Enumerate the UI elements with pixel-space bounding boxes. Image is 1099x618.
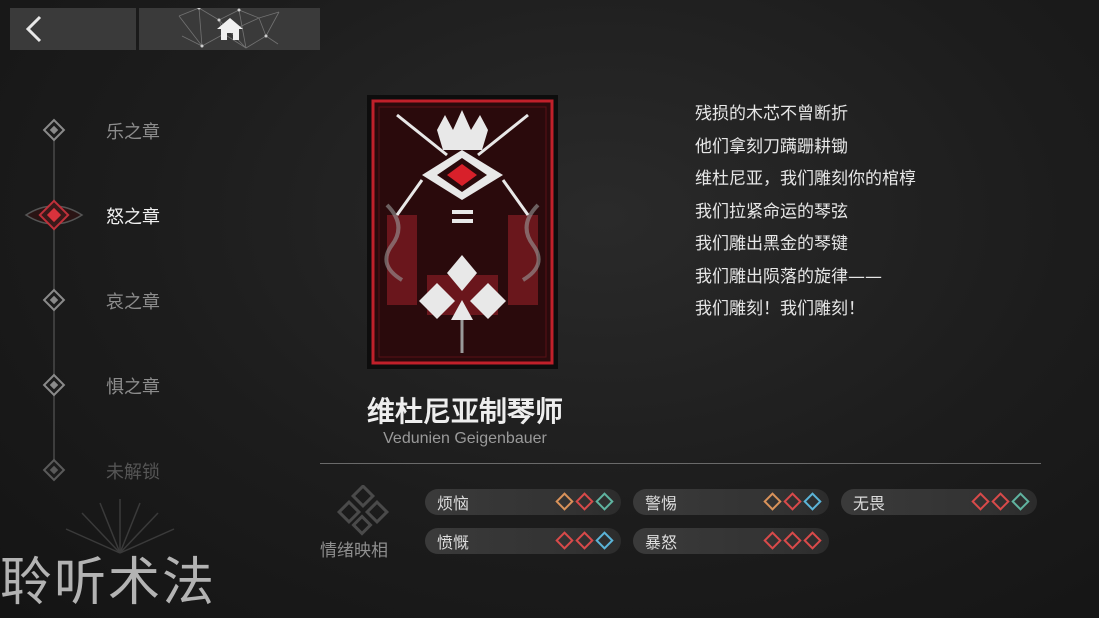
chapter-item-joy[interactable]: 乐之章 — [0, 110, 240, 150]
emotion-tag[interactable]: 烦恼 — [425, 489, 621, 515]
diamond-gem-icon — [1011, 492, 1030, 511]
emotion-gems — [763, 531, 822, 550]
poem-line: 维杜尼亚，我们雕刻你的棺椁 — [695, 169, 916, 189]
section-divider — [320, 463, 1041, 464]
eye-node-icon — [24, 199, 84, 231]
poem-line: 他们拿刻刀蹒跚耕锄 — [695, 136, 848, 157]
poem-line: 我们雕刻！我们雕刻！ — [695, 299, 865, 319]
emotion-tag-label: 暴怒 — [645, 533, 678, 552]
emotion-tag-label: 无畏 — [853, 494, 886, 513]
song-title-cn: 维杜尼亚制琴师 — [366, 395, 563, 428]
emotion-tag[interactable]: 无畏 — [841, 489, 1037, 515]
chapter-item-anger[interactable]: 怒之章 — [0, 195, 240, 235]
chapter-item-sorrow[interactable]: 哀之章 — [0, 280, 240, 320]
diamond-node-icon — [42, 118, 66, 142]
diamond-cluster-icon — [336, 485, 390, 536]
emotion-gems — [971, 492, 1030, 511]
diamond-gem-icon — [555, 531, 574, 550]
emotion-tag[interactable]: 愤慨 — [425, 528, 621, 554]
chapter-label: 未解锁 — [106, 462, 160, 483]
diamond-node-icon — [42, 373, 66, 397]
emotion-tag[interactable]: 暴怒 — [633, 528, 829, 554]
chapter-item-fear[interactable]: 惧之章 — [0, 365, 240, 405]
chapter-label: 惧之章 — [106, 377, 160, 398]
back-button[interactable] — [10, 8, 136, 50]
chapter-label: 哀之章 — [106, 292, 160, 313]
diamond-gem-icon — [595, 492, 614, 511]
diamond-node-icon — [42, 458, 66, 482]
emotion-tag[interactable]: 警惕 — [633, 489, 829, 515]
chevron-left-icon — [25, 15, 42, 43]
diamond-gem-icon — [595, 531, 614, 550]
top-bar — [10, 8, 320, 50]
emotion-gems — [763, 492, 822, 511]
emotion-tag-label: 烦恼 — [437, 494, 470, 513]
home-button[interactable] — [139, 8, 320, 50]
diamond-gem-icon — [803, 531, 822, 550]
song-card-artwork[interactable] — [367, 95, 558, 369]
diamond-gem-icon — [803, 492, 822, 511]
emotion-section-title: 情绪映相 — [320, 541, 388, 561]
diamond-gem-icon — [783, 492, 802, 511]
song-title-en: Vedunien Geigenbauer — [383, 430, 547, 447]
diamond-gem-icon — [783, 531, 802, 550]
chapter-label: 乐之章 — [106, 122, 160, 143]
diamond-gem-icon — [763, 531, 782, 550]
emotion-gems — [555, 492, 614, 511]
emotion-section-header: 情绪映相 — [320, 480, 410, 561]
poem-line: 我们拉紧命运的琴弦 — [695, 201, 848, 222]
poem-line: 我们雕出黑金的琴键 — [695, 234, 848, 254]
diamond-gem-icon — [971, 492, 990, 511]
diamond-gem-icon — [575, 531, 594, 550]
home-icon — [216, 18, 243, 40]
chapter-list: 乐之章 怒之章 哀之章 惧之章 未解锁 — [0, 90, 240, 510]
diamond-gem-icon — [763, 492, 782, 511]
diamond-node-icon — [42, 288, 66, 312]
diamond-gem-icon — [575, 492, 594, 511]
emotion-tag-label: 愤慨 — [437, 533, 470, 552]
poem-line: 残损的木芯不曾断折 — [695, 104, 848, 124]
poem-line: 我们雕出陨落的旋律—— — [695, 266, 882, 287]
chapter-item-locked[interactable]: 未解锁 — [0, 450, 240, 490]
diamond-gem-icon — [991, 492, 1010, 511]
chapter-label: 怒之章 — [106, 207, 160, 228]
emotion-gems — [555, 531, 614, 550]
poem-text: 残损的木芯不曾断折 他们拿刻刀蹒跚耕锄 维杜尼亚，我们雕刻你的棺椁 我们拉紧命运… — [695, 98, 916, 326]
emotion-tag-label: 警惕 — [645, 494, 678, 513]
diamond-gem-icon — [555, 492, 574, 511]
watermark-text: 聆听术法 — [0, 553, 217, 613]
